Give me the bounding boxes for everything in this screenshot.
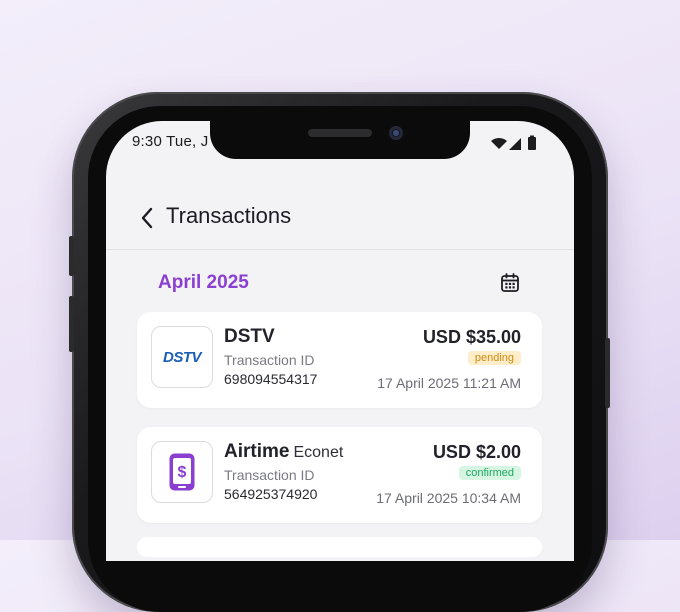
calendar-button[interactable] [499, 272, 521, 294]
transaction-datetime: 17 April 2025 10:34 AM [376, 490, 521, 506]
transaction-provider: Econet [293, 444, 344, 461]
transaction-name: DSTV [224, 326, 275, 348]
svg-text:$: $ [178, 464, 187, 481]
chevron-left-icon [141, 207, 153, 229]
status-icons [491, 135, 536, 150]
side-button-left-2 [69, 296, 74, 352]
phone-dollar-icon: $ [169, 453, 195, 491]
transaction-id: 698094554317 [224, 371, 318, 387]
transaction-id-label: Transaction ID [224, 352, 315, 368]
signal-icon [509, 138, 521, 150]
transaction-card[interactable]: $ Airtime Econet Transaction ID 564925374… [137, 427, 542, 523]
speaker-grille [308, 129, 372, 137]
merchant-logo: $ [151, 441, 213, 503]
merchant-logo: DSTV [151, 326, 213, 388]
status-time: 9:30 Tue, J [132, 133, 209, 150]
status-badge: pending [467, 351, 521, 365]
transaction-name: Airtime Econet [224, 441, 343, 463]
wifi-icon [491, 137, 507, 149]
page-title: Transactions [166, 203, 292, 228]
calendar-icon [501, 273, 519, 292]
transaction-id: 564925374920 [224, 486, 318, 502]
notch [210, 121, 470, 159]
transaction-amount: USD $2.00 [432, 442, 521, 462]
status-badge: confirmed [458, 466, 521, 480]
transaction-datetime: 17 April 2025 11:21 AM [377, 375, 521, 391]
month-label: April 2025 [158, 272, 249, 293]
transaction-id-label: Transaction ID [224, 467, 315, 483]
header-divider [106, 249, 574, 250]
dstv-logo: DSTV [162, 348, 202, 366]
back-button[interactable] [136, 204, 160, 232]
transaction-card[interactable]: DSTV DSTV Transaction ID 698094554317 US… [137, 312, 542, 408]
battery-icon [528, 135, 536, 150]
side-button-right [605, 338, 610, 408]
transaction-name-text: DSTV [224, 326, 275, 347]
front-camera [389, 126, 403, 140]
side-button-left [69, 236, 74, 276]
transaction-amount: USD $35.00 [422, 327, 521, 347]
transaction-name-text: Airtime [224, 441, 290, 462]
transaction-card-partial[interactable] [137, 537, 542, 557]
